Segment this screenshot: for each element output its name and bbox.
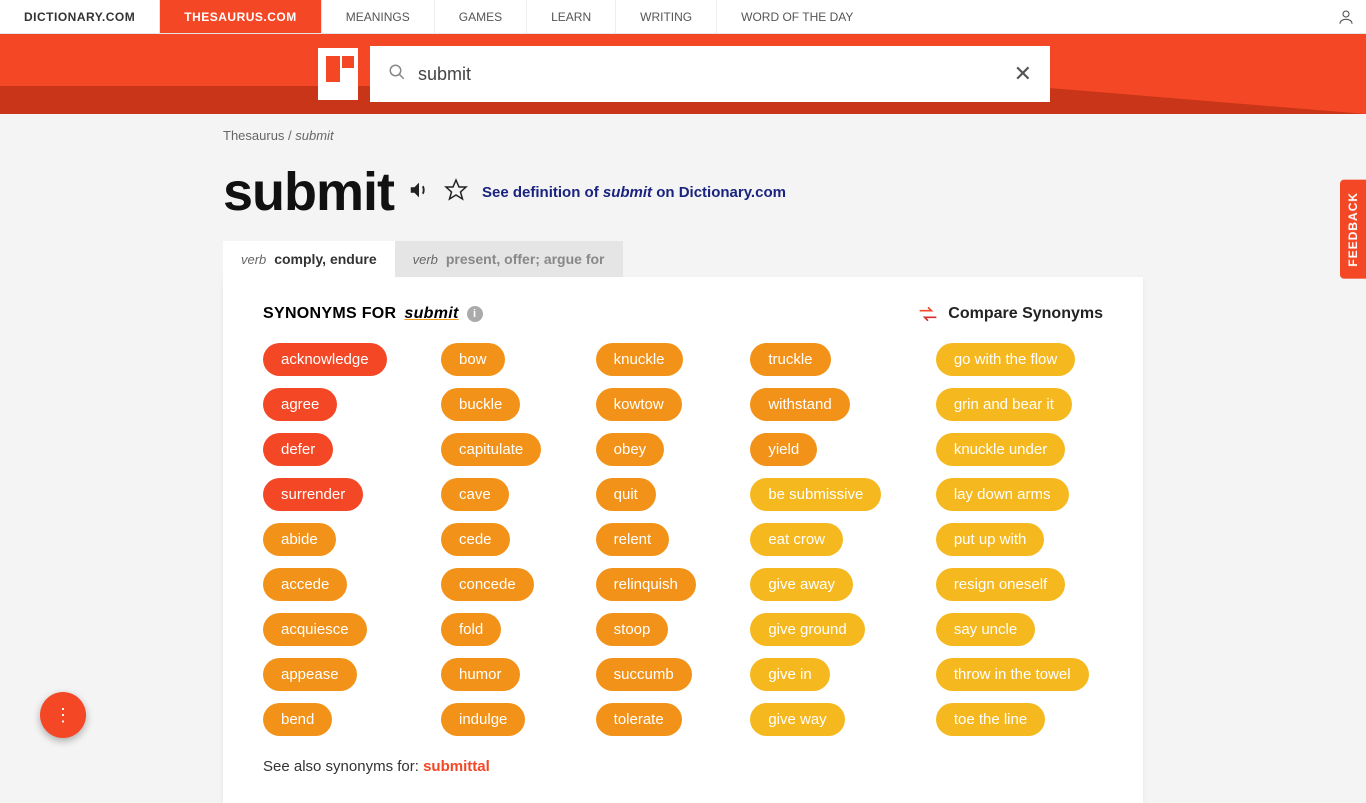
synonym-pill[interactable]: withstand [750,388,849,421]
info-icon[interactable]: i [467,306,483,322]
headword: submit [223,161,394,223]
search-input[interactable] [418,64,1014,85]
synonym-pill[interactable]: acknowledge [263,343,387,376]
synonym-pill[interactable]: succumb [596,658,692,691]
synonym-pill[interactable]: accede [263,568,347,601]
synonym-pill[interactable]: give away [750,568,853,601]
synonym-pill[interactable]: indulge [441,703,525,736]
synonym-pill[interactable]: give in [750,658,829,691]
see-also-link[interactable]: submittal [423,758,490,775]
site-logo[interactable] [318,48,358,100]
see-also: See also synonyms for: submittal [263,758,1103,775]
favorite-icon[interactable] [444,178,468,207]
top-nav: DICTIONARY.COMTHESAURUS.COM MEANINGSGAME… [0,0,1366,34]
synonym-pill[interactable]: say uncle [936,613,1035,646]
synonyms-heading: SYNONYMS FOR submit i [263,305,483,323]
synonym-pill[interactable]: knuckle under [936,433,1065,466]
fab-menu-button[interactable]: ⋮ [40,692,86,738]
nav-link-games[interactable]: GAMES [435,0,527,33]
nav-link-writing[interactable]: WRITING [616,0,717,33]
synonym-pill[interactable]: give way [750,703,844,736]
nav-link-learn[interactable]: LEARN [527,0,616,33]
synonym-grid: acknowledge agree defer surrender abide acced… [263,343,1103,736]
synonym-pill[interactable]: fold [441,613,501,646]
synonym-pill[interactable]: relinquish [596,568,696,601]
synonym-pill[interactable]: bend [263,703,332,736]
feedback-tab[interactable]: FEEDBACK [1340,180,1366,279]
synonym-pill[interactable]: lay down arms [936,478,1069,511]
user-icon[interactable] [1326,0,1366,33]
nav-spacer [877,0,1326,33]
synonym-pill[interactable]: abide [263,523,336,556]
synonym-pill[interactable]: appease [263,658,357,691]
nav-link-meanings[interactable]: MEANINGS [322,0,435,33]
pronounce-icon[interactable] [408,179,430,206]
synonym-pill[interactable]: toe the line [936,703,1045,736]
synonym-pill[interactable]: go with the flow [936,343,1075,376]
synonym-pill[interactable]: knuckle [596,343,683,376]
clear-search-icon[interactable]: ✕ [1014,61,1032,87]
synonym-pill[interactable]: yield [750,433,817,466]
synonyms-panel: SYNONYMS FOR submit i Compare Synonyms a… [223,277,1143,803]
synonym-pill[interactable]: be submissive [750,478,881,511]
synonym-pill[interactable]: relent [596,523,670,556]
definition-link[interactable]: See definition of submit on Dictionary.c… [482,184,786,201]
synonym-pill[interactable]: stoop [596,613,669,646]
synonym-pill[interactable]: buckle [441,388,520,421]
synonym-pill[interactable]: throw in the towel [936,658,1089,691]
synonym-pill[interactable]: agree [263,388,337,421]
nav-link-word-of-the-day[interactable]: WORD OF THE DAY [717,0,877,33]
breadcrumb-root[interactable]: Thesaurus [223,128,284,143]
synonym-pill[interactable]: truckle [750,343,830,376]
synonym-pill[interactable]: defer [263,433,333,466]
compare-synonyms-button[interactable]: Compare Synonyms [918,305,1103,323]
sense-tab-0[interactable]: verb comply, endure [223,241,395,277]
synonym-pill[interactable]: tolerate [596,703,682,736]
synonym-pill[interactable]: capitulate [441,433,541,466]
compare-arrows-icon [918,305,938,323]
synonym-pill[interactable]: resign oneself [936,568,1065,601]
synonym-pill[interactable]: bow [441,343,505,376]
synonym-pill[interactable]: eat crow [750,523,843,556]
synonym-pill[interactable]: give ground [750,613,864,646]
breadcrumb: Thesaurus / submit [223,128,1143,143]
sense-tab-1[interactable]: verb present, offer; argue for [395,241,623,277]
synonym-pill[interactable]: acquiesce [263,613,367,646]
synonym-pill[interactable]: kowtow [596,388,682,421]
synonym-pill[interactable]: obey [596,433,665,466]
synonym-pill[interactable]: quit [596,478,656,511]
breadcrumb-word: submit [295,128,333,143]
synonym-pill[interactable]: cave [441,478,509,511]
site-tab-1[interactable]: THESAURUS.COM [160,0,322,33]
search-field-wrap: ✕ [370,46,1050,102]
synonym-pill[interactable]: put up with [936,523,1045,556]
search-bar: ✕ [0,34,1366,114]
title-row: submit See definition of submit on Dicti… [223,161,1143,223]
synonym-pill[interactable]: humor [441,658,520,691]
synonym-pill[interactable]: grin and bear it [936,388,1072,421]
synonym-pill[interactable]: concede [441,568,534,601]
search-icon [388,63,406,86]
synonym-pill[interactable]: cede [441,523,510,556]
site-tab-0[interactable]: DICTIONARY.COM [0,0,160,33]
synonym-pill[interactable]: surrender [263,478,363,511]
sense-tabs: verb comply, endureverb present, offer; … [223,241,1143,277]
